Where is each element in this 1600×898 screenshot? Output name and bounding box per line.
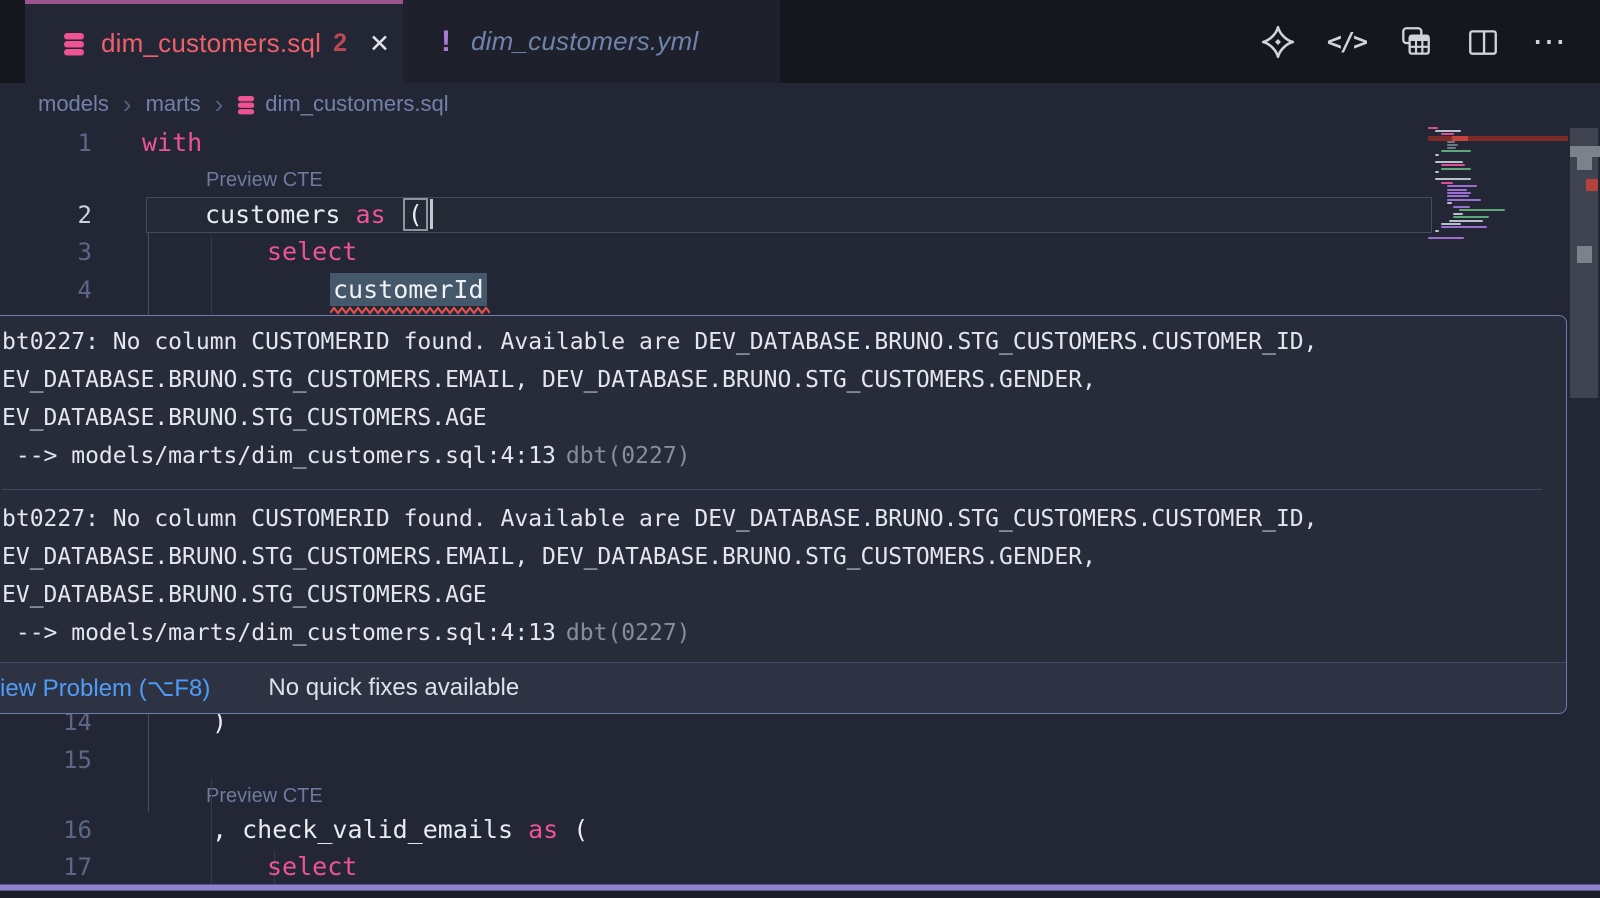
error-source-code: dbt(0227) <box>566 620 691 646</box>
minimap-line <box>1441 150 1471 152</box>
minimap-line <box>1447 189 1467 191</box>
code-line[interactable]: , check_valid_emails as ( <box>212 811 588 849</box>
indent-guide <box>211 236 212 315</box>
error-location-line: --> models/marts/dim_customers.sql:4:13 d… <box>2 614 1542 652</box>
minimap-line <box>1435 130 1461 132</box>
editor-window: dim_customers.sql 2 ✕ ! dim_customers.ym… <box>0 0 1600 898</box>
codelens-preview-cte[interactable]: Preview CTE <box>206 785 323 808</box>
error-source-code: dbt(0227) <box>566 443 691 469</box>
minimap-line <box>1447 199 1481 201</box>
minimap-line <box>1441 182 1453 184</box>
line-number[interactable]: 4 <box>0 271 92 309</box>
sql-keyword: as <box>528 815 558 844</box>
overview-ruler-mark <box>1586 179 1598 191</box>
error-message-line: EV_DATABASE.BRUNO.STG_CUSTOMERS.EMAIL, D… <box>2 361 1566 399</box>
sql-keyword: select <box>267 852 357 881</box>
minimap[interactable] <box>1428 115 1568 255</box>
line-number[interactable]: 1 <box>0 124 92 162</box>
minimap-line <box>1441 168 1471 170</box>
error-message-line: EV_DATABASE.BRUNO.STG_CUSTOMERS.AGE <box>2 399 1566 437</box>
sql-text: , check_valid_emails <box>212 815 528 844</box>
minimap-line <box>1453 213 1463 215</box>
sql-keyword: with <box>142 128 202 157</box>
text-cursor <box>430 199 433 229</box>
minimap-line <box>1441 226 1487 228</box>
view-problem-link[interactable]: iew Problem (⌥F8) <box>0 674 210 703</box>
minimap-line <box>1447 202 1452 204</box>
minimap-line <box>1447 185 1477 187</box>
minimap-line <box>1441 223 1461 225</box>
line-number[interactable]: 2 <box>0 196 92 234</box>
minimap-line <box>1428 237 1464 239</box>
error-location[interactable]: --> models/marts/dim_customers.sql:4:13 <box>2 620 556 646</box>
panel-resize-accent[interactable] <box>0 884 1600 891</box>
minimap-line <box>1447 195 1469 197</box>
error-squiggle-icon <box>330 306 490 315</box>
error-location-line: --> models/marts/dim_customers.sql:4:13 d… <box>2 437 1566 475</box>
error-message-line: EV_DATABASE.BRUNO.STG_CUSTOMERS.AGE <box>2 576 1542 614</box>
minimap-line <box>1447 144 1458 146</box>
sql-text: customers <box>205 200 356 229</box>
error-message-line: bt0227: No column CUSTOMERID found. Avai… <box>2 323 1566 361</box>
overview-ruler-mark <box>1577 157 1592 170</box>
minimap-line <box>1441 164 1465 166</box>
error-message-line: EV_DATABASE.BRUNO.STG_CUSTOMERS.EMAIL, D… <box>2 538 1542 576</box>
minimap-line <box>1453 216 1489 218</box>
panel-edge <box>0 891 1600 898</box>
line-number[interactable]: 3 <box>0 233 92 271</box>
minimap-line <box>1435 171 1439 173</box>
error-messages: bt0227: No column CUSTOMERID found. Avai… <box>0 316 1566 652</box>
codelens-preview-cte[interactable]: Preview CTE <box>206 169 323 192</box>
code-line[interactable]: select <box>267 233 357 271</box>
code-line[interactable]: customers as ( <box>205 196 433 234</box>
sql-text: ( <box>403 198 428 231</box>
error-hover-popup: bt0227: No column CUSTOMERID found. Avai… <box>0 315 1567 714</box>
sql-text <box>386 200 401 229</box>
sql-keyword: as <box>356 200 386 229</box>
popup-status-bar: iew Problem (⌥F8) No quick fixes availab… <box>0 662 1566 713</box>
code-line[interactable]: customerId <box>330 271 487 309</box>
code-line[interactable]: select <box>267 848 357 886</box>
minimap-line <box>1447 192 1471 194</box>
minimap-line <box>1447 147 1456 149</box>
no-quick-fixes-label: No quick fixes available <box>268 674 519 702</box>
overview-ruler-mark <box>1577 246 1592 263</box>
error-message-block: bt0227: No column CUSTOMERID found. Avai… <box>2 323 1566 475</box>
indent-guide <box>148 233 149 315</box>
error-message-block: bt0227: No column CUSTOMERID found. Avai… <box>2 489 1542 652</box>
minimap-line <box>1459 209 1505 211</box>
sql-keyword: select <box>267 237 357 266</box>
minimap-line <box>1449 220 1483 222</box>
error-message-line: bt0227: No column CUSTOMERID found. Avai… <box>2 500 1542 538</box>
minimap-line <box>1435 178 1471 180</box>
code-line[interactable]: with <box>142 124 202 162</box>
minimap-line <box>1447 141 1455 143</box>
minimap-line <box>1453 206 1470 208</box>
minimap-line <box>1428 127 1438 129</box>
overview-ruler-mark <box>1570 146 1600 157</box>
minimap-line <box>1441 133 1454 135</box>
line-number[interactable]: 17 <box>0 848 92 886</box>
error-location[interactable]: --> models/marts/dim_customers.sql:4:13 <box>2 443 556 469</box>
sql-text: ( <box>558 815 588 844</box>
minimap-line <box>1435 230 1439 232</box>
error-token-customerId: customerId <box>330 273 487 306</box>
indent-guide <box>148 714 149 812</box>
line-number[interactable]: 15 <box>0 741 92 779</box>
minimap-line <box>1435 154 1439 156</box>
line-number[interactable]: 16 <box>0 811 92 849</box>
minimap-line <box>1435 161 1463 163</box>
